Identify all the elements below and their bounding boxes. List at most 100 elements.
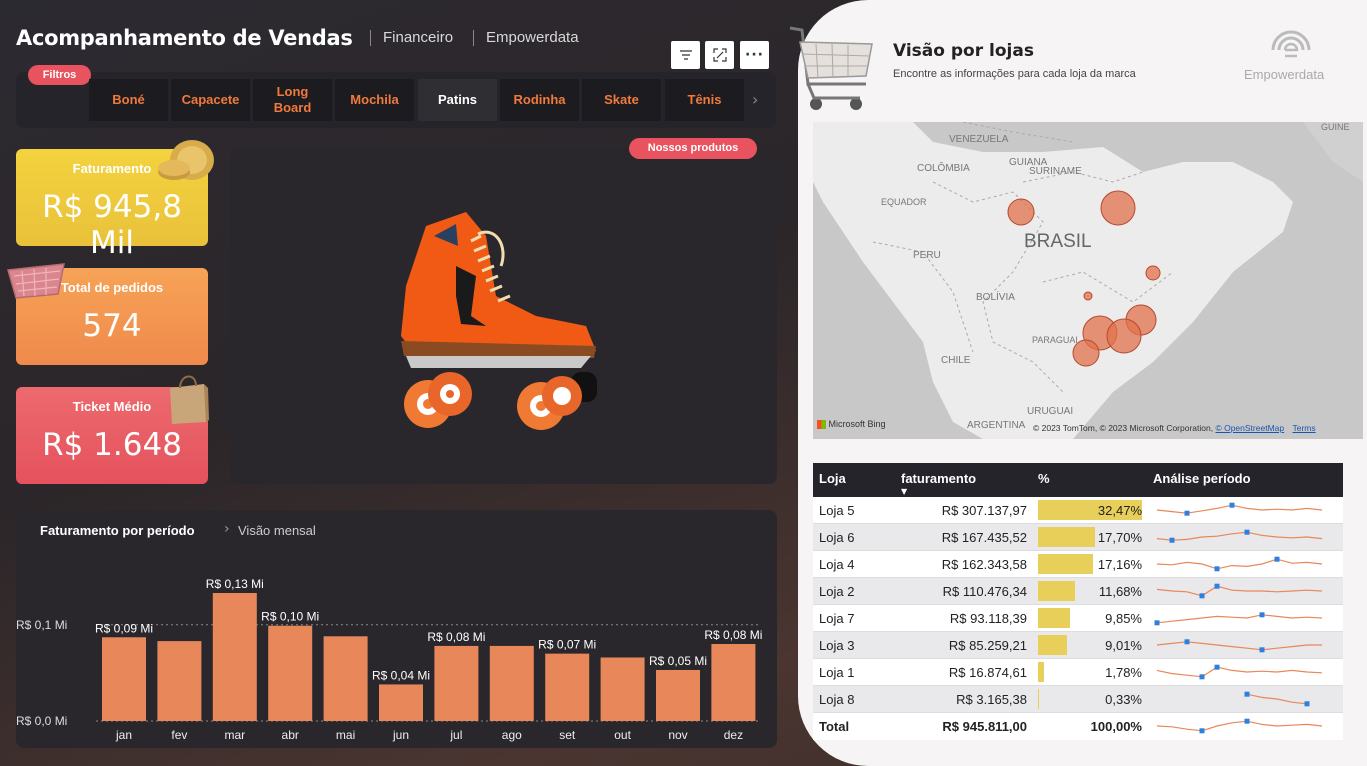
store-percent: 9,85%	[1105, 611, 1142, 626]
chart-subtitle: Visão mensal	[238, 523, 316, 538]
coins-icon	[158, 140, 214, 180]
sparkline-marker	[1154, 620, 1160, 626]
x-tick-label: fev	[171, 728, 187, 742]
filter-button[interactable]	[671, 41, 700, 69]
table-row[interactable]: Loja 5 R$ 307.137,97 32,47%	[813, 497, 1343, 524]
monthly-revenue-chart: R$ 0,0 Mi R$ 0,1 Mi jan R$ 0,09 Mi fev mar R$ …	[16, 577, 762, 742]
x-tick-label: jul	[449, 728, 462, 742]
tab-capacete[interactable]: Capacete	[171, 79, 250, 121]
table-row[interactable]: Loja 1 R$ 16.874,61 1,78%	[813, 659, 1343, 686]
terms-link[interactable]: Terms	[1292, 423, 1315, 433]
store-revenue: R$ 110.476,34	[942, 584, 1027, 599]
breadcrumb-financeiro[interactable]: Financeiro	[383, 29, 453, 46]
x-tick-label: out	[614, 728, 631, 742]
bing-provider-text: Microsoft Bing	[828, 419, 886, 429]
table-row[interactable]: Loja 8 R$ 3.165,38 0,33%	[813, 686, 1343, 713]
bar-dez	[711, 644, 756, 721]
tab-tenis[interactable]: Tênis	[665, 79, 744, 121]
expand-icon	[712, 48, 727, 62]
filters-badge: Filtros	[28, 65, 91, 85]
tab-rodinha[interactable]: Rodinha	[500, 79, 579, 121]
tab-skate[interactable]: Skate	[582, 79, 661, 121]
data-label: R$ 0,08 Mi	[427, 630, 485, 644]
store-percent: 17,70%	[1097, 530, 1142, 545]
brand-name: Empowerdata	[1244, 67, 1325, 82]
scroll-right-icon[interactable]: ›	[752, 90, 758, 109]
bar-fev	[157, 641, 202, 721]
sparkline-line	[1156, 641, 1322, 651]
focus-mode-button[interactable]	[705, 41, 734, 69]
store-name: Loja 1	[819, 665, 855, 680]
x-tick-label: jan	[115, 728, 132, 742]
x-tick-label: jun	[392, 728, 409, 742]
store-percent: 32,47%	[1097, 503, 1142, 518]
bar-mar	[212, 593, 257, 721]
sparkline-line	[1156, 666, 1323, 678]
stores-map[interactable]: VENEZUELA COLÔMBIA GUIANA SURINAME GUINE…	[813, 122, 1363, 439]
x-tick-label: nov	[668, 728, 687, 742]
sparkline-marker	[1244, 691, 1250, 697]
sparkline-marker	[1259, 647, 1265, 653]
store-revenue: R$ 16.874,61	[948, 665, 1027, 680]
sparkline-marker	[1199, 674, 1205, 680]
data-label: R$ 0,07 Mi	[538, 638, 596, 652]
sort-desc-icon: ▼	[901, 487, 908, 496]
col-percent[interactable]: %	[1038, 471, 1050, 486]
percent-bar	[1038, 689, 1040, 709]
y-tick-label: R$ 0,1 Mi	[16, 618, 67, 632]
bar-jan	[102, 637, 146, 721]
sparkline-line	[1156, 531, 1323, 541]
sparkline-marker	[1304, 701, 1310, 707]
store-percent: 9,01%	[1105, 638, 1142, 653]
chevron-right-icon: ›	[224, 521, 230, 537]
map-bubbles	[1007, 190, 1161, 367]
store-revenue: R$ 3.165,38	[956, 692, 1027, 707]
percent-bar	[1038, 635, 1067, 655]
col-analise[interactable]: Análise período	[1153, 471, 1251, 486]
sparkline	[1156, 639, 1322, 653]
more-options-button[interactable]: ···	[740, 41, 769, 69]
kpi-pedidos-value: 574	[82, 308, 142, 344]
bar-jun	[379, 684, 423, 721]
data-label: R$ 0,09 Mi	[95, 621, 153, 635]
store-name: Loja 8	[819, 692, 855, 707]
filter-icon	[679, 50, 692, 60]
tab-patins[interactable]: Patins	[418, 79, 497, 121]
table-row[interactable]: Loja 4 R$ 162.343,58 17,16%	[813, 551, 1343, 578]
openstreetmap-link[interactable]: © OpenStreetMap	[1215, 423, 1284, 433]
store-bubble	[1007, 198, 1035, 226]
table-total-row: Total R$ 945.811,00 100,00%	[813, 713, 1343, 740]
tab-long-board[interactable]: Long Board	[253, 79, 332, 121]
tab-mochila[interactable]: Mochila	[335, 79, 414, 121]
data-label: R$ 0,10 Mi	[261, 610, 319, 624]
x-tick-label: mar	[224, 728, 245, 742]
store-revenue: R$ 167.435,52	[941, 530, 1027, 545]
bar-out	[600, 657, 645, 721]
kpi-ticket-value: R$ 1.648	[42, 427, 182, 463]
table-row[interactable]: Loja 2 R$ 110.476,34 11,68%	[813, 578, 1343, 605]
chart-title: Faturamento por período	[40, 523, 195, 538]
breadcrumb-empowerdata[interactable]: Empowerdata	[486, 29, 579, 46]
sparkline	[1156, 556, 1323, 572]
sparkline-line	[1156, 585, 1323, 597]
basket-icon	[7, 263, 65, 299]
col-faturamento[interactable]: faturamento	[901, 471, 976, 486]
sparkline-marker	[1199, 728, 1205, 734]
store-bubble	[1106, 318, 1142, 354]
percent-bar	[1038, 608, 1070, 628]
table-header: Loja faturamento ▼ % Análise período	[813, 463, 1343, 497]
sparkline	[1156, 664, 1323, 680]
percent-bar	[1038, 527, 1095, 547]
col-loja[interactable]: Loja	[819, 471, 846, 486]
products-badge[interactable]: Nossos produtos	[629, 138, 757, 159]
sparkline	[1154, 612, 1323, 626]
store-percent: 11,68%	[1098, 584, 1142, 599]
tab-bone[interactable]: Boné	[89, 79, 168, 121]
table-row[interactable]: Loja 7 R$ 93.118,39 9,85%	[813, 605, 1343, 632]
x-tick-label: set	[559, 728, 576, 742]
store-name: Loja 5	[819, 503, 855, 518]
sparkline-marker	[1184, 639, 1190, 645]
table-row[interactable]: Loja 6 R$ 167.435,52 17,70%	[813, 524, 1343, 551]
sparkline-line	[1156, 720, 1323, 732]
table-row[interactable]: Loja 3 R$ 85.259,21 9,01%	[813, 632, 1343, 659]
